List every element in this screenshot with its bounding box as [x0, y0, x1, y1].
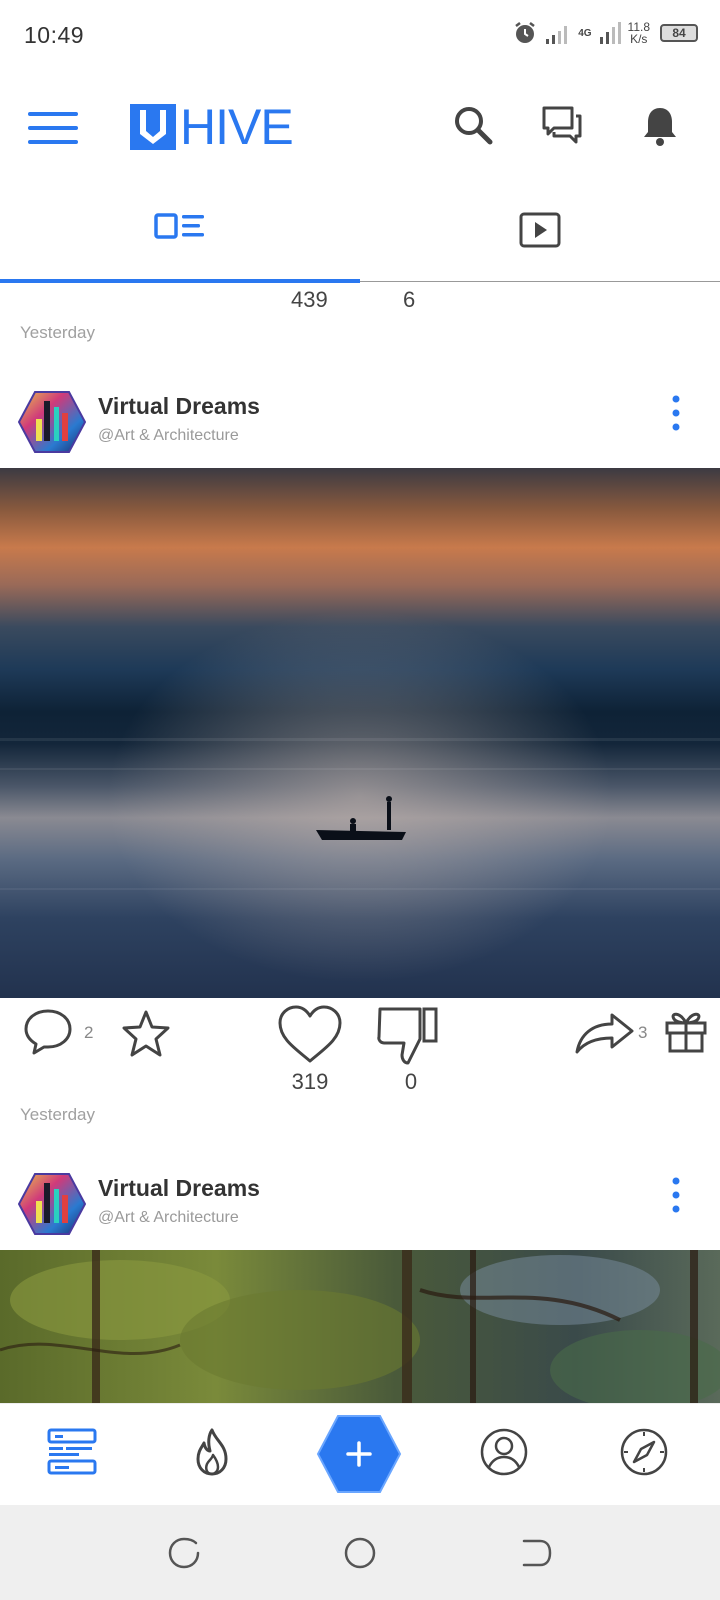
signal-icon — [546, 26, 568, 44]
hive-logo[interactable]: HIVE — [130, 99, 294, 155]
previous-dislikes-count: 6 — [403, 287, 416, 312]
previous-likes-count: 439 — [291, 287, 328, 312]
gift-icon[interactable] — [664, 1007, 708, 1055]
post-header: Virtual Dreams @Art & Architecture — [0, 1173, 720, 1253]
post-date: Yesterday — [20, 323, 95, 342]
avatar[interactable] — [18, 391, 86, 453]
back-icon[interactable] — [518, 1535, 554, 1571]
menu-icon[interactable] — [28, 108, 80, 148]
trending-flame-icon — [196, 1428, 228, 1476]
messages-icon[interactable] — [540, 104, 584, 148]
recent-apps-icon[interactable] — [166, 1535, 202, 1571]
more-options-icon[interactable] — [662, 393, 690, 433]
create-post-button[interactable] — [316, 1414, 402, 1494]
nav-explore[interactable] — [614, 1422, 674, 1482]
dislikes-count: 0 — [404, 1069, 418, 1094]
explore-compass-icon — [620, 1428, 668, 1476]
more-options-icon[interactable] — [662, 1175, 690, 1215]
notifications-icon[interactable] — [638, 104, 682, 148]
feed[interactable]: 439 6 Yesterday Virtual Dreams @Art & Ar… — [0, 283, 720, 1403]
video-play-icon — [519, 212, 561, 248]
posts-list-icon — [154, 213, 204, 239]
comments-count: 2 — [84, 1023, 94, 1042]
hive-logo-mark-icon — [130, 104, 176, 150]
system-navigation-bar — [0, 1505, 720, 1600]
tab-videos[interactable] — [360, 198, 720, 282]
author-name[interactable]: Virtual Dreams — [98, 393, 260, 420]
alarm-icon — [515, 22, 535, 43]
nav-profile[interactable] — [474, 1422, 534, 1482]
post-actions: 2 319 0 3 — [0, 1003, 720, 1103]
home-icon[interactable] — [342, 1535, 378, 1571]
logo-text: HIVE — [180, 99, 294, 155]
speed-unit: K/s — [630, 32, 648, 46]
author-name[interactable]: Virtual Dreams — [98, 1175, 260, 1202]
app-header: HIVE — [0, 90, 720, 170]
community-name[interactable]: @Art & Architecture — [98, 1209, 239, 1227]
feed-tabs — [0, 198, 720, 283]
status-bar: 10:49 4G 11.8 K/s 84 — [0, 0, 720, 72]
community-name[interactable]: @Art & Architecture — [98, 427, 239, 445]
status-indicators: 4G 11.8 K/s 84 — [512, 20, 698, 46]
previous-post-counts: 439 6 — [0, 283, 720, 323]
bottom-navigation — [0, 1403, 720, 1505]
nav-feed[interactable] — [42, 1422, 102, 1482]
avatar[interactable] — [18, 1173, 86, 1235]
dislike-icon[interactable] — [376, 1005, 442, 1067]
likes-count: 319 — [291, 1069, 329, 1094]
post-image[interactable] — [0, 1250, 720, 1403]
nav-trending[interactable] — [182, 1422, 242, 1482]
tab-posts[interactable] — [0, 198, 360, 282]
create-post-icon — [316, 1415, 402, 1493]
post-header: Virtual Dreams @Art & Architecture — [0, 391, 720, 471]
share-icon[interactable] — [574, 1011, 636, 1055]
like-heart-icon[interactable] — [276, 1003, 344, 1067]
favorite-star-icon[interactable] — [120, 1009, 172, 1059]
network-speed: 11.8 K/s — [628, 21, 650, 45]
post-date: Yesterday — [20, 1105, 95, 1124]
post-image[interactable] — [0, 468, 720, 998]
status-time: 10:49 — [24, 22, 85, 48]
battery-indicator: 84 — [660, 24, 698, 42]
network-type: 4G — [578, 27, 592, 39]
comment-icon[interactable] — [22, 1007, 74, 1057]
search-icon[interactable] — [452, 104, 496, 148]
profile-icon — [480, 1428, 528, 1476]
feed-icon — [47, 1428, 97, 1475]
shares-count: 3 — [638, 1023, 648, 1042]
signal-icon-2 — [599, 22, 621, 44]
